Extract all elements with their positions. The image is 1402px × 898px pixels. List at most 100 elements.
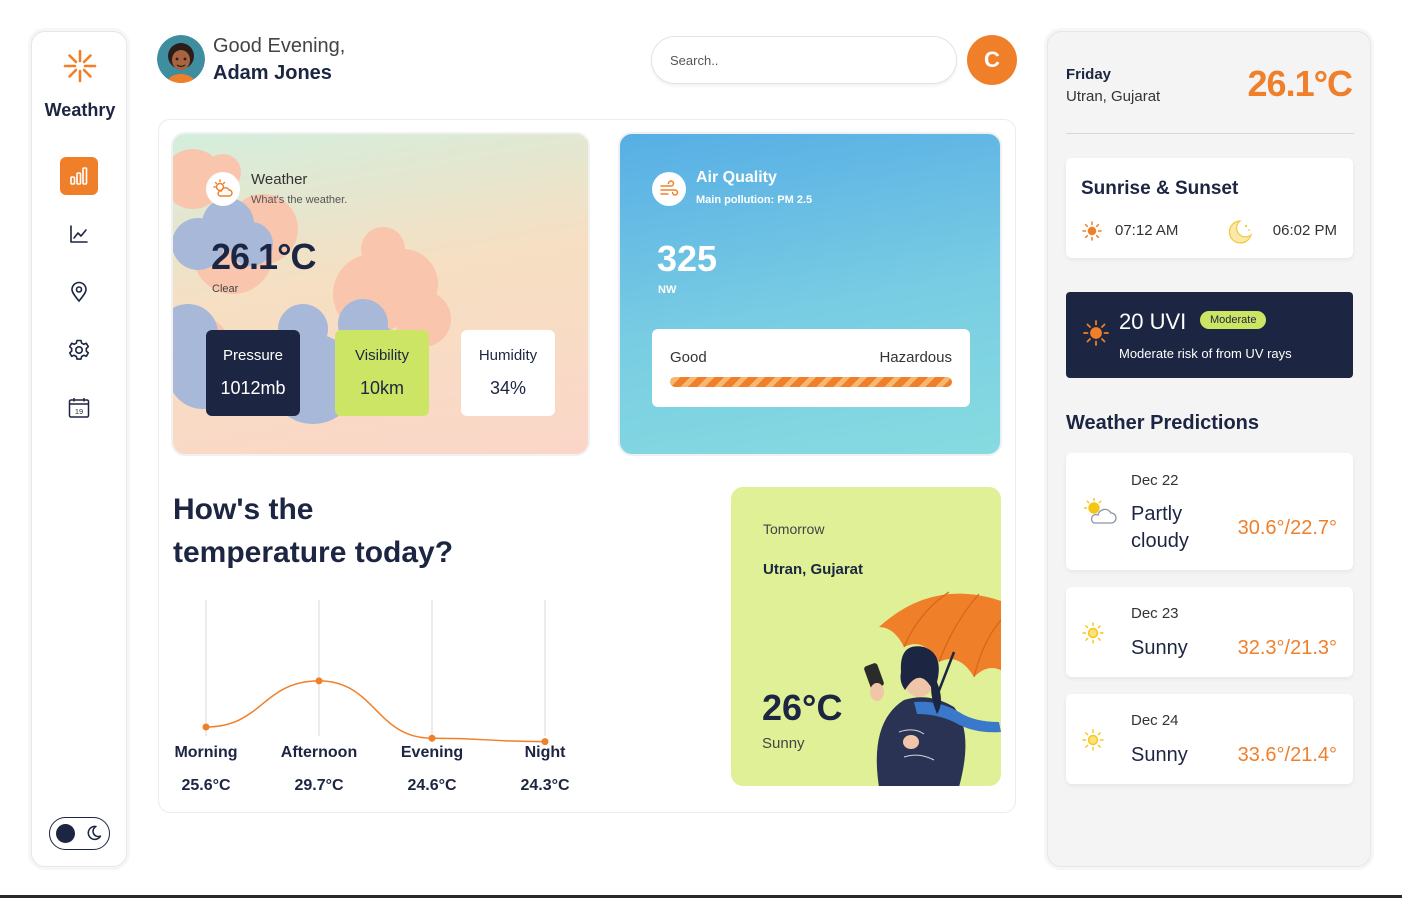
toggle-knob	[56, 824, 75, 843]
prediction-range: 32.3°/21.3°	[1237, 637, 1337, 659]
pressure-value: 1012mb	[220, 378, 286, 398]
chart-point	[315, 677, 323, 685]
weather-subtitle: What's the weather.	[251, 194, 348, 206]
profile-button[interactable]: C	[967, 35, 1017, 85]
prediction-condition-line1: Partly	[1131, 503, 1183, 525]
chart-series-line	[205, 680, 546, 743]
sun-icon	[1083, 320, 1109, 346]
prediction-card[interactable]: Dec 23 Sunny 32.3°/21.3°	[1066, 587, 1353, 677]
air-quality-scale: Good Hazardous	[652, 329, 970, 407]
chart-point	[202, 723, 210, 731]
tomorrow-location: Utran, Gujarat	[763, 561, 864, 578]
sun-icon	[1082, 622, 1104, 644]
map-pin-icon	[71, 281, 87, 303]
prediction-condition: Sunny	[1131, 637, 1188, 659]
prediction-date: Dec 23	[1131, 605, 1179, 622]
visibility-value: 10km	[359, 378, 404, 398]
weather-card: Weather What's the weather. 26.1°C Clear…	[171, 132, 590, 456]
sunrise-time: 07:12 AM	[1115, 222, 1179, 239]
uv-risk-badge: Moderate	[1200, 311, 1267, 329]
pressure-stat: Pressure 1012mb	[206, 330, 300, 416]
prediction-condition: Sunny	[1131, 744, 1188, 766]
humidity-stat: Humidity 34%	[461, 330, 555, 416]
tomorrow-label: Tomorrow	[763, 521, 825, 537]
air-quality-card: Air Quality Main pollution: PM 2.5 325 N…	[618, 132, 1002, 456]
temperature-title-line2: temperature today?	[173, 536, 454, 569]
search-input[interactable]	[651, 36, 957, 84]
calendar-icon: 19	[68, 398, 90, 418]
prediction-range: 33.6°/21.4°	[1237, 744, 1337, 766]
greeting-text: Good Evening,	[213, 35, 346, 57]
tomorrow-temperature: 26°C	[762, 687, 843, 728]
prediction-condition: Partly cloudy	[1131, 501, 1189, 555]
uv-index-value: 20 UVI	[1119, 309, 1187, 334]
partly-cloudy-icon	[1083, 497, 1117, 524]
air-quality-subtitle: Main pollution: PM 2.5	[696, 194, 813, 206]
nav-calendar[interactable]: 19	[60, 389, 98, 427]
calendar-day: 19	[75, 407, 83, 416]
scale-low-label: Good	[670, 349, 707, 366]
partly-cloudy-icon	[206, 172, 240, 206]
sunrise-sunset-title: Sunrise & Sunset	[1081, 178, 1239, 199]
visibility-label: Visibility	[355, 347, 409, 364]
scale-high-label: Hazardous	[879, 349, 952, 366]
woman-umbrella-illustration	[864, 591, 1001, 786]
theme-toggle[interactable]	[49, 817, 110, 850]
user-name: Adam Jones	[213, 62, 332, 84]
temperature-chart: Morning 25.6°C Afternoon 29.7°C Evening 24.6°…	[174, 600, 570, 794]
tomorrow-card: Tomorrow Utran, Gujarat 26°C Sunny	[731, 487, 1001, 786]
chart-category-label: Afternoon	[281, 744, 357, 761]
line-chart-icon	[70, 225, 88, 243]
nav-analytics[interactable]	[60, 215, 98, 253]
predictions-title: Weather Predictions	[1066, 412, 1260, 434]
prediction-range: 30.6°/22.7°	[1237, 517, 1337, 539]
current-day: Friday	[1066, 66, 1112, 83]
sun-icon	[1082, 221, 1102, 241]
temperature-section-title: How's the temperature today?	[173, 488, 453, 574]
user-avatar[interactable]	[157, 35, 205, 83]
pressure-label: Pressure	[222, 347, 284, 364]
prediction-condition-line2: cloudy	[1131, 530, 1189, 552]
chart-value-label: 29.7°C	[294, 777, 344, 794]
chart-category-label: Night	[525, 744, 567, 761]
nav-settings[interactable]	[60, 331, 98, 369]
visibility-stat: Visibility 10km	[335, 330, 429, 416]
divider	[1066, 133, 1354, 134]
chart-value-label: 24.3°C	[520, 777, 570, 794]
current-temperature: 26.1°C	[1247, 63, 1353, 104]
chart-value-label: 24.6°C	[407, 777, 457, 794]
temperature-title-line1: How's the	[173, 493, 314, 526]
weather-condition: Clear	[212, 283, 239, 295]
sidebar: Weathry 19	[31, 31, 127, 867]
moon-icon	[87, 825, 102, 841]
nav-dashboard[interactable]	[60, 157, 98, 195]
logo-sun-icon	[63, 49, 97, 83]
weather-title: Weather	[251, 171, 308, 188]
nav-location[interactable]	[60, 273, 98, 311]
gear-icon	[68, 339, 90, 360]
chart-value-label: 25.6°C	[181, 777, 231, 794]
air-quality-direction: NW	[658, 284, 677, 296]
prediction-date: Dec 22	[1131, 472, 1179, 489]
air-quality-title: Air Quality	[696, 169, 777, 186]
sun-icon	[1082, 729, 1104, 751]
prediction-date: Dec 24	[1131, 712, 1179, 729]
moon-stars-icon	[1228, 220, 1253, 244]
brand-name: Weathry	[44, 100, 116, 120]
chart-category-label: Morning	[174, 744, 237, 761]
weather-temperature: 26.1°C	[211, 236, 316, 277]
chart-point	[428, 734, 436, 742]
current-location: Utran, Gujarat	[1066, 88, 1161, 105]
air-quality-value: 325	[657, 238, 718, 279]
prediction-card[interactable]: Dec 24 Sunny 33.6°/21.4°	[1066, 694, 1353, 784]
sunset-time: 06:02 PM	[1272, 222, 1337, 239]
sunrise-sunset-card: Sunrise & Sunset 07:12 AM 06:02 PM	[1066, 158, 1353, 258]
prediction-card[interactable]: Dec 22 Partly cloudy 30.6°/22.7°	[1066, 453, 1353, 570]
humidity-value: 34%	[489, 378, 527, 398]
humidity-label: Humidity	[478, 347, 538, 364]
bar-chart-icon	[70, 167, 88, 185]
chart-category-label: Evening	[401, 744, 463, 761]
uv-index-card: 20 UVI Moderate Moderate risk of from UV…	[1066, 292, 1353, 378]
air-quality-bar	[670, 377, 952, 387]
wind-icon	[652, 172, 686, 206]
